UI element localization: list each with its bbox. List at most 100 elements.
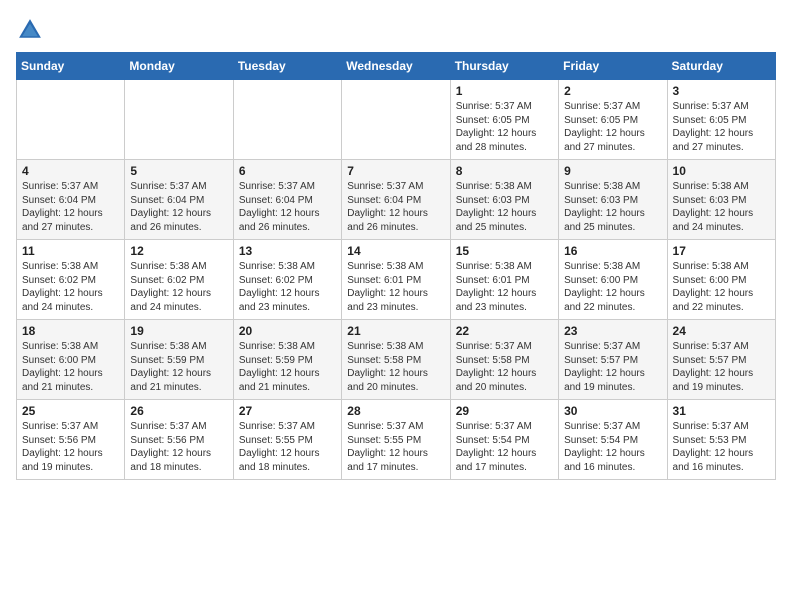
day-number: 10 [673,164,770,178]
day-number: 18 [22,324,119,338]
logo-icon [16,16,44,44]
day-number: 30 [564,404,661,418]
calendar-cell: 19Sunrise: 5:38 AM Sunset: 5:59 PM Dayli… [125,320,233,400]
day-number: 6 [239,164,336,178]
calendar-cell: 30 Sunrise: 5:37 AM Sunset: 5:54 PM Dayli… [559,400,667,480]
day-info: Sunrise: 5:37 AM Sunset: 5:56 PM Dayligh… [130,420,227,474]
day-info: Sunrise: 5:37 AM Sunset: 5:55 PM Dayligh… [239,420,336,474]
day-info: Sunrise: 5:38 AM Sunset: 6:00 PM Dayligh… [673,260,770,314]
day-info: Sunrise: 5:38 AM Sunset: 6:00 PM Dayligh… [22,340,119,394]
calendar-cell: 13 Sunrise: 5:38 AM Sunset: 6:02 PM Dayli… [233,240,341,320]
day-number: 2 [564,84,661,98]
weekday-header: Monday [125,53,233,80]
calendar-cell: 3 Sunrise: 5:37 AM Sunset: 6:05 PM Daylig… [667,80,775,160]
calendar-cell: 23Sunrise: 5:37 AM Sunset: 5:57 PM Dayli… [559,320,667,400]
day-number: 13 [239,244,336,258]
day-number: 5 [130,164,227,178]
calendar-cell: 4 Sunrise: 5:37 AM Sunset: 6:04 PM Daylig… [17,160,125,240]
day-number: 11 [22,244,119,258]
calendar-cell: 1Sunrise: 5:37 AM Sunset: 6:05 PM Daylig… [450,80,558,160]
day-info: Sunrise: 5:37 AM Sunset: 5:57 PM Dayligh… [673,340,770,394]
day-number: 16 [564,244,661,258]
calendar-cell: 15 Sunrise: 5:38 AM Sunset: 6:01 PM Dayli… [450,240,558,320]
calendar-week-row: 4 Sunrise: 5:37 AM Sunset: 6:04 PM Daylig… [17,160,776,240]
weekday-header: Friday [559,53,667,80]
calendar-cell: 8 Sunrise: 5:38 AM Sunset: 6:03 PM Daylig… [450,160,558,240]
weekday-header-row: SundayMondayTuesdayWednesdayThursdayFrid… [17,53,776,80]
day-number: 4 [22,164,119,178]
day-info: Sunrise: 5:37 AM Sunset: 6:05 PM Dayligh… [673,100,770,154]
calendar-cell: 27 Sunrise: 5:37 AM Sunset: 5:55 PM Dayli… [233,400,341,480]
weekday-header: Thursday [450,53,558,80]
logo [16,16,48,44]
weekday-header: Saturday [667,53,775,80]
day-number: 27 [239,404,336,418]
calendar-cell [125,80,233,160]
page-header [16,16,776,44]
day-info: Sunrise: 5:37 AM Sunset: 5:55 PM Dayligh… [347,420,444,474]
day-number: 14 [347,244,444,258]
day-number: 12 [130,244,227,258]
calendar-cell: 29 Sunrise: 5:37 AM Sunset: 5:54 PM Dayli… [450,400,558,480]
day-number: 3 [673,84,770,98]
calendar-cell: 2 Sunrise: 5:37 AM Sunset: 6:05 PM Daylig… [559,80,667,160]
calendar-cell: 16Sunrise: 5:38 AM Sunset: 6:00 PM Dayli… [559,240,667,320]
calendar-cell: 7Sunrise: 5:37 AM Sunset: 6:04 PM Daylig… [342,160,450,240]
calendar-cell [17,80,125,160]
calendar-cell: 20 Sunrise: 5:38 AM Sunset: 5:59 PM Dayli… [233,320,341,400]
calendar-week-row: 11 Sunrise: 5:38 AM Sunset: 6:02 PM Dayli… [17,240,776,320]
day-info: Sunrise: 5:38 AM Sunset: 6:02 PM Dayligh… [239,260,336,314]
day-info: Sunrise: 5:37 AM Sunset: 5:53 PM Dayligh… [673,420,770,474]
day-info: Sunrise: 5:38 AM Sunset: 6:03 PM Dayligh… [564,180,661,234]
day-info: Sunrise: 5:37 AM Sunset: 5:56 PM Dayligh… [22,420,119,474]
calendar-cell: 31 Sunrise: 5:37 AM Sunset: 5:53 PM Dayli… [667,400,775,480]
calendar-week-row: 18 Sunrise: 5:38 AM Sunset: 6:00 PM Dayli… [17,320,776,400]
calendar-cell: 22 Sunrise: 5:37 AM Sunset: 5:58 PM Dayli… [450,320,558,400]
day-number: 8 [456,164,553,178]
day-info: Sunrise: 5:37 AM Sunset: 6:04 PM Dayligh… [130,180,227,234]
day-info: Sunrise: 5:37 AM Sunset: 5:54 PM Dayligh… [456,420,553,474]
calendar-cell: 12 Sunrise: 5:38 AM Sunset: 6:02 PM Dayli… [125,240,233,320]
day-number: 28 [347,404,444,418]
day-info: Sunrise: 5:38 AM Sunset: 6:01 PM Dayligh… [456,260,553,314]
day-info: Sunrise: 5:38 AM Sunset: 6:03 PM Dayligh… [673,180,770,234]
day-info: Sunrise: 5:37 AM Sunset: 5:54 PM Dayligh… [564,420,661,474]
day-number: 24 [673,324,770,338]
day-info: Sunrise: 5:37 AM Sunset: 5:58 PM Dayligh… [456,340,553,394]
day-info: Sunrise: 5:37 AM Sunset: 5:57 PM Dayligh… [564,340,661,394]
calendar-week-row: 25 Sunrise: 5:37 AM Sunset: 5:56 PM Dayli… [17,400,776,480]
weekday-header: Tuesday [233,53,341,80]
calendar-cell: 11Sunrise: 5:38 AM Sunset: 6:02 PM Dayli… [17,240,125,320]
calendar-cell: 17Sunrise: 5:38 AM Sunset: 6:00 PM Dayli… [667,240,775,320]
day-number: 31 [673,404,770,418]
day-info: Sunrise: 5:37 AM Sunset: 6:04 PM Dayligh… [239,180,336,234]
day-number: 20 [239,324,336,338]
calendar-cell: 18 Sunrise: 5:38 AM Sunset: 6:00 PM Dayli… [17,320,125,400]
day-info: Sunrise: 5:38 AM Sunset: 5:59 PM Dayligh… [130,340,227,394]
calendar-cell: 24 Sunrise: 5:37 AM Sunset: 5:57 PM Dayli… [667,320,775,400]
day-number: 1 [456,84,553,98]
weekday-header: Sunday [17,53,125,80]
day-info: Sunrise: 5:38 AM Sunset: 5:59 PM Dayligh… [239,340,336,394]
day-number: 22 [456,324,553,338]
weekday-header: Wednesday [342,53,450,80]
calendar-cell: 5 Sunrise: 5:37 AM Sunset: 6:04 PM Daylig… [125,160,233,240]
calendar-table: SundayMondayTuesdayWednesdayThursdayFrid… [16,52,776,480]
calendar-cell: 26Sunrise: 5:37 AM Sunset: 5:56 PM Dayli… [125,400,233,480]
day-number: 25 [22,404,119,418]
day-info: Sunrise: 5:37 AM Sunset: 6:04 PM Dayligh… [22,180,119,234]
day-number: 9 [564,164,661,178]
day-number: 15 [456,244,553,258]
day-info: Sunrise: 5:38 AM Sunset: 6:02 PM Dayligh… [130,260,227,314]
day-number: 21 [347,324,444,338]
calendar-week-row: 1 Sunrise: 5:37 AM Sunset: 6:05 PM Daylig… [17,80,776,160]
calendar-cell [233,80,341,160]
calendar-cell [342,80,450,160]
calendar-cell: 10 Sunrise: 5:38 AM Sunset: 6:03 PM Dayli… [667,160,775,240]
day-info: Sunrise: 5:38 AM Sunset: 6:03 PM Dayligh… [456,180,553,234]
calendar-cell: 6 Sunrise: 5:37 AM Sunset: 6:04 PM Daylig… [233,160,341,240]
day-info: Sunrise: 5:37 AM Sunset: 6:05 PM Dayligh… [564,100,661,154]
day-info: Sunrise: 5:37 AM Sunset: 6:04 PM Dayligh… [347,180,444,234]
day-number: 29 [456,404,553,418]
calendar-cell: 28 Sunrise: 5:37 AM Sunset: 5:55 PM Dayli… [342,400,450,480]
